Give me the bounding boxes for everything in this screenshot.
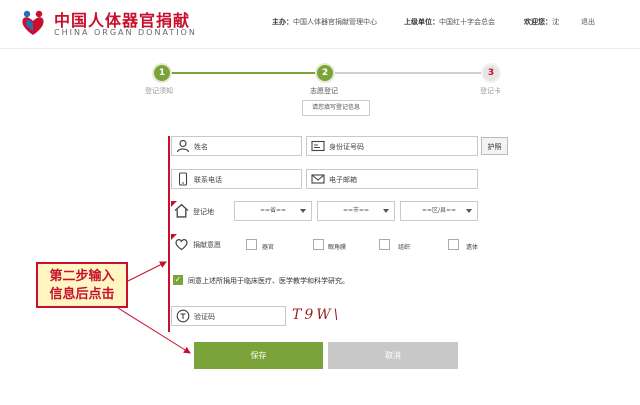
welcome-info: 欢迎您：沈 <box>524 17 559 27</box>
captcha-field[interactable]: 验证码 <box>171 306 286 326</box>
organ-checkbox[interactable] <box>246 239 257 250</box>
sponsor-info: 主办：中国人体器官捐献管理中心 <box>272 17 377 27</box>
heart-icon <box>175 239 188 251</box>
form-left-border <box>168 136 170 332</box>
envelope-icon <box>311 174 325 184</box>
passport-button[interactable]: 护照 <box>481 137 508 155</box>
donation-label: 捐献意愿 <box>193 241 221 249</box>
instruction-callout: 第二步输入 信息后点击 <box>36 262 128 308</box>
cornea-option-label: 眼角膜 <box>328 244 347 251</box>
district-value: ==区/县== <box>421 207 457 214</box>
step-2-indicator: 2 <box>317 65 333 81</box>
id-number-field[interactable]: 身份证号码 <box>306 136 478 156</box>
chevron-down-icon <box>300 209 306 213</box>
step-connector-1 <box>168 72 318 74</box>
arrow-to-form <box>127 261 167 282</box>
cancel-button[interactable]: 取消 <box>328 342 458 369</box>
agree-text: 同意上述所捐用于临床医疗、医学教学和科学研究。 <box>188 277 349 285</box>
phone-label: 联系电话 <box>194 176 222 184</box>
superior-info: 上级单位：中国红十字会总会 <box>404 17 495 27</box>
superior-label: 上级单位： <box>404 18 439 26</box>
step-connector-2 <box>332 72 482 74</box>
mobile-phone-icon <box>178 172 188 186</box>
chevron-down-icon <box>383 209 389 213</box>
tissue-option-label: 组织 <box>398 244 411 251</box>
captcha-image[interactable]: T9W\ <box>292 307 341 323</box>
step-3-indicator: 3 <box>483 65 499 81</box>
captcha-label: 验证码 <box>194 313 215 321</box>
step-1-indicator: 1 <box>154 65 170 81</box>
logout-link[interactable]: 退出 <box>581 17 595 27</box>
sponsor-label: 主办： <box>272 18 293 26</box>
agree-checkbox[interactable]: ✓ <box>173 275 183 285</box>
city-select[interactable]: ==市== <box>317 201 395 221</box>
name-field[interactable]: 姓名 <box>171 136 302 156</box>
welcome-label: 欢迎您： <box>524 18 552 26</box>
id-number-label: 身份证号码 <box>329 143 364 151</box>
save-button[interactable]: 保存 <box>194 342 323 369</box>
tissue-checkbox[interactable] <box>379 239 390 250</box>
logo-subtitle: CHINA ORGAN DONATION <box>54 28 197 37</box>
email-field[interactable]: 电子邮箱 <box>306 169 478 189</box>
body-option-label: 遗体 <box>466 244 479 251</box>
phone-field[interactable]: 联系电话 <box>171 169 302 189</box>
body-checkbox[interactable] <box>448 239 459 250</box>
step-3-label: 登记卡 <box>480 87 501 95</box>
organ-option-label: 器官 <box>262 244 275 251</box>
welcome-name: 沈 <box>552 18 559 26</box>
id-card-icon <box>311 140 325 152</box>
callout-line-2: 信息后点击 <box>49 287 115 302</box>
region-label: 登记地 <box>193 208 214 216</box>
cornea-checkbox[interactable] <box>313 239 324 250</box>
superior-value: 中国红十字会总会 <box>439 18 495 26</box>
step-2-label: 志愿登记 <box>310 87 338 95</box>
name-label: 姓名 <box>194 143 208 151</box>
organ-donation-logo-icon <box>22 10 44 35</box>
email-label: 电子邮箱 <box>329 176 357 184</box>
sponsor-value: 中国人体器官捐献管理中心 <box>293 18 377 26</box>
callout-line-1: 第二步输入 <box>49 269 115 284</box>
city-value: ==市== <box>342 207 370 214</box>
verify-code-icon <box>176 309 190 323</box>
province-select[interactable]: ==省== <box>234 201 312 221</box>
user-icon <box>176 139 190 153</box>
province-value: ==省== <box>259 207 287 214</box>
home-icon <box>174 203 189 218</box>
fill-info-hint: 请您填写登记信息 <box>302 100 370 116</box>
step-1-label: 登记须知 <box>145 87 173 95</box>
chevron-down-icon <box>466 209 472 213</box>
district-select[interactable]: ==区/县== <box>400 201 478 221</box>
